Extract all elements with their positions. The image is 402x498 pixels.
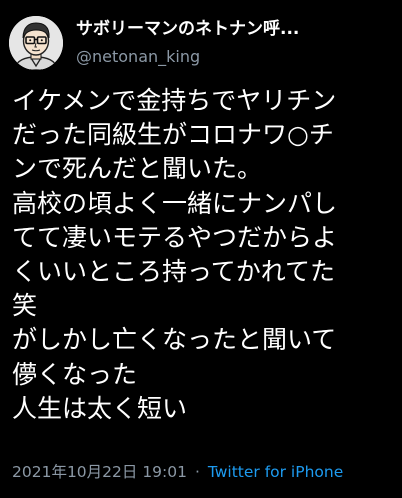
cartoon-man-with-glasses-icon xyxy=(9,16,63,70)
tweet-text-line: 人生は太く短い xyxy=(12,393,188,423)
tweet-text-line: ンで死んだと聞いた。 xyxy=(12,154,263,184)
tweet-text-line: てて凄いモテるやつだからよ xyxy=(12,222,338,252)
metadata-separator: · xyxy=(194,463,200,481)
tweet-header: サボリーマンのネトナン呼... @netonan_king xyxy=(76,18,396,67)
tweet-text-line: だった同級生がコロナワ○チ xyxy=(12,120,334,150)
display-name[interactable]: サボリーマンのネトナン呼... xyxy=(76,18,396,40)
tweet-text-line: 笑 xyxy=(12,291,38,321)
tweet-text-line: 儚くなった xyxy=(12,359,138,389)
avatar[interactable] xyxy=(9,16,63,70)
tweet-source-link[interactable]: Twitter for iPhone xyxy=(208,463,343,481)
tweet-text-line: イケメンで金持ちでヤリチン xyxy=(12,86,337,115)
user-handle[interactable]: @netonan_king xyxy=(76,47,396,67)
tweet-card: サボリーマンのネトナン呼... @netonan_king イケメンで金持ちでヤ… xyxy=(0,0,402,498)
tweet-text-line: くいいところ持ってかれてた xyxy=(12,257,336,287)
tweet-metadata: 2021年10月22日 19:01 · Twitter for iPhone xyxy=(12,462,400,482)
tweet-text-line: 高校の頃よく一緒にナンパし xyxy=(12,188,338,218)
tweet-text-line: がしかし亡くなったと聞いて xyxy=(12,325,337,355)
tweet-body: イケメンで金持ちでヤリチン だった同級生がコロナワ○チ ンで死んだと聞いた。 高… xyxy=(12,84,400,426)
tweet-timestamp[interactable]: 2021年10月22日 19:01 xyxy=(12,463,187,481)
